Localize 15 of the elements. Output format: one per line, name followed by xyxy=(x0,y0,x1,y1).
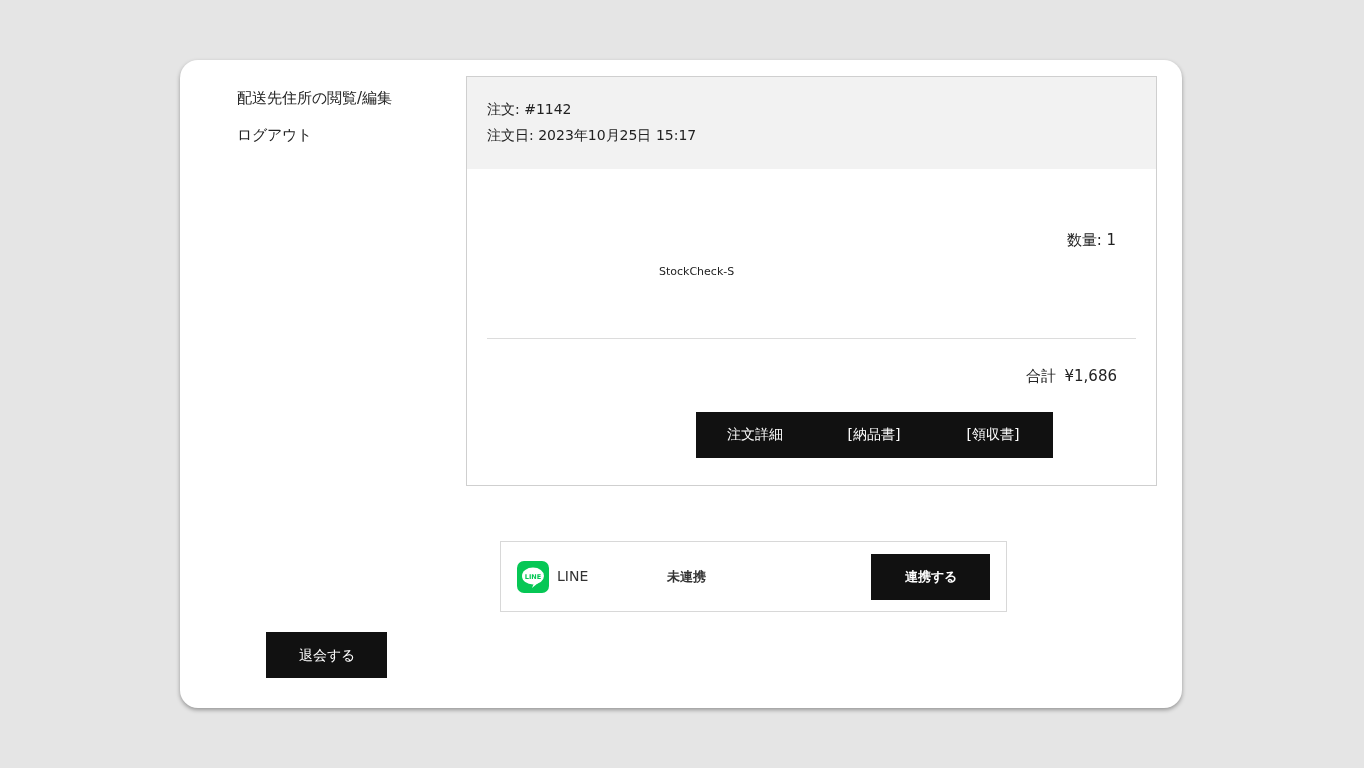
sidebar-link[interactable]: 配送先住所の閲覧/編集 xyxy=(237,88,393,109)
document-button[interactable]: [納品書] xyxy=(814,411,934,458)
link-status: 未連携 xyxy=(667,567,706,586)
total-amount: ¥1,686 xyxy=(1064,366,1117,387)
sidebar-link[interactable]: ログアウト xyxy=(237,125,312,146)
product-name: StockCheck-S xyxy=(659,264,735,280)
withdraw-button[interactable]: 退会する xyxy=(266,632,387,678)
total-label: 合計 xyxy=(1025,366,1056,387)
order-number: 注文: #1142 xyxy=(487,100,572,119)
quantity: 数量: 1 xyxy=(1066,230,1116,251)
order-details-button[interactable]: 注文詳細 xyxy=(695,411,815,458)
service-name: LINE xyxy=(557,567,590,586)
order-date: 注文日: 2023年10月25日 15:17 xyxy=(487,126,697,145)
connect-button[interactable]: 連携する xyxy=(871,553,990,600)
document-button[interactable]: [領収書] xyxy=(933,411,1053,458)
